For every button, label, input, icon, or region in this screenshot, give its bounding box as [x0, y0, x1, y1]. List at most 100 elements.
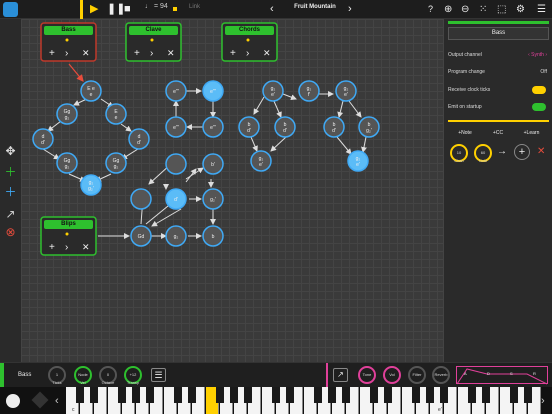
piano-black-key[interactable]	[342, 387, 350, 403]
node-label: d'	[137, 140, 141, 146]
piano-black-key[interactable]	[440, 387, 448, 403]
move-tool-icon[interactable]: ✥	[4, 145, 17, 158]
piano-black-key[interactable]	[244, 387, 252, 403]
beat-indicator	[173, 7, 177, 11]
add-message-icon[interactable]: +	[514, 144, 530, 160]
delete-tool-icon[interactable]: ⊗	[4, 226, 17, 239]
track-label[interactable]: Bass	[18, 372, 31, 378]
reverb-knob[interactable]: Reverb	[432, 366, 450, 384]
vol-knob[interactable]: Vol	[383, 366, 401, 384]
piano-black-key[interactable]	[370, 387, 378, 403]
octave-right-icon[interactable]: ›	[541, 395, 545, 407]
piano-black-key[interactable]	[524, 387, 532, 403]
prev-song-icon[interactable]: ‹	[270, 2, 274, 17]
piano-black-key[interactable]	[90, 387, 98, 403]
piano-black-key[interactable]	[272, 387, 280, 403]
svg-text:›: ›	[246, 48, 249, 59]
play-icon[interactable]: ▶	[90, 2, 98, 17]
program-change-value[interactable]: Off	[540, 66, 547, 78]
diamond-icon[interactable]	[31, 391, 49, 409]
output-channel-value[interactable]: ‹ Synth ›	[528, 49, 547, 61]
piano-black-key[interactable]	[188, 387, 196, 403]
graph-svg: + › ✕ + › ✕ + › ✕ + › ✕ E ee Ggg₂ Ee dd'…	[32, 22, 380, 256]
piano-black-key[interactable]	[426, 387, 434, 403]
node-label: g₂'	[366, 128, 372, 134]
node-label: e	[90, 92, 93, 98]
tone-knob[interactable]: Tone	[358, 366, 376, 384]
piano-black-key[interactable]	[384, 387, 392, 403]
piano-black-key[interactable]	[216, 387, 224, 403]
add-cc-button[interactable]: +CC	[483, 127, 513, 139]
program-change-row[interactable]: Program change Off	[448, 66, 549, 78]
emit-startup-toggle[interactable]	[532, 103, 546, 111]
svg-text:+: +	[230, 48, 236, 59]
node-label: g₂'	[210, 197, 216, 203]
menu-icon[interactable]: ☰	[537, 2, 546, 17]
red-pulse-edge	[68, 63, 84, 82]
add-pulse-icon[interactable]: ＋	[4, 186, 17, 199]
adsr-s-label: S	[510, 371, 513, 376]
receive-clock-toggle[interactable]	[532, 86, 546, 94]
record-icon[interactable]	[6, 394, 20, 408]
octave-label: Octave	[101, 380, 115, 385]
left-tool-bar: ✥ ＋ ＋ ↗ ⊗	[0, 19, 21, 362]
node-label: e'''	[210, 125, 216, 131]
piano-black-key[interactable]	[174, 387, 182, 403]
piano-black-key[interactable]	[286, 387, 294, 403]
piano-black-key[interactable]	[314, 387, 322, 403]
grid-icon[interactable]: ⁙	[479, 2, 487, 17]
add-note-button[interactable]: +Note	[450, 127, 480, 139]
tempo-display[interactable]: ♩ = 94	[145, 3, 168, 10]
piano-black-key[interactable]	[230, 387, 238, 403]
pause-icon[interactable]: ❚❚	[107, 2, 125, 17]
piano-keyboard[interactable]: ‹ c e' ›	[0, 387, 552, 414]
zoom-in-icon[interactable]: ⊕	[444, 2, 452, 17]
node-label: d'	[247, 128, 251, 134]
settings-gear-icon[interactable]: ⚙	[516, 2, 525, 17]
properties-panel: Bass Output channel ‹ Synth › Program ch…	[443, 19, 552, 362]
svg-text:›: ›	[65, 242, 68, 253]
piano-black-key[interactable]	[468, 387, 476, 403]
note-label: Note	[478, 158, 488, 163]
add-learn-button[interactable]: +Learn	[516, 127, 547, 139]
node-label: g₂	[114, 164, 119, 170]
output-channel-row[interactable]: Output channel ‹ Synth ›	[448, 49, 549, 61]
piano-black-key[interactable]	[412, 387, 420, 403]
piano-black-key[interactable]	[118, 387, 126, 403]
filter-knob[interactable]: Filter	[408, 366, 426, 384]
next-song-icon[interactable]: ›	[348, 2, 352, 17]
receive-clock-row[interactable]: Receive clock ticks	[448, 84, 549, 96]
zoom-out-icon[interactable]: ⊖	[461, 2, 469, 17]
select-icon[interactable]: ⬚	[497, 2, 506, 17]
song-title[interactable]: Fruit Mountain	[290, 4, 340, 10]
curve-icon[interactable]: ↗	[333, 368, 348, 382]
list-icon[interactable]: ☰	[151, 368, 166, 382]
adsr-a-label: A	[464, 371, 467, 376]
node-graph-canvas[interactable]: + › ✕ + › ✕ + › ✕ + › ✕ E e e Gg g₂ E e …	[21, 19, 443, 362]
delete-message-icon[interactable]: ✕	[537, 146, 545, 157]
node-label: b'	[211, 162, 215, 168]
piano-black-key[interactable]	[328, 387, 336, 403]
piano-black-key[interactable]	[132, 387, 140, 403]
piano-black-key[interactable]	[76, 387, 84, 403]
node-label: d'	[283, 128, 287, 134]
node-label: e'''	[210, 89, 216, 95]
svg-text:+: +	[134, 48, 140, 59]
octave-left-icon[interactable]: ‹	[55, 395, 59, 407]
panel-separator	[448, 120, 549, 122]
node-label: e'	[344, 92, 348, 98]
piano-black-key[interactable]	[482, 387, 490, 403]
instrument-color-bar	[326, 363, 328, 387]
connect-tool-icon[interactable]: ↗	[4, 208, 17, 221]
help-icon[interactable]: ?	[428, 2, 433, 17]
piano-black-key[interactable]	[510, 387, 518, 403]
add-node-icon[interactable]: ＋	[4, 166, 17, 179]
app-icon[interactable]	[3, 2, 18, 17]
panel-title[interactable]: Bass	[448, 27, 549, 40]
piano-black-key[interactable]	[146, 387, 154, 403]
bottom-bar: Bass 1 Ticks Node Vel 0 Octave +12 Trans…	[0, 362, 552, 387]
stop-icon[interactable]: ■	[124, 2, 131, 17]
cluster-label-chords: Chords	[239, 27, 260, 33]
link-button[interactable]: Link	[189, 4, 200, 10]
emit-startup-row[interactable]: Emit on startup	[448, 101, 549, 113]
